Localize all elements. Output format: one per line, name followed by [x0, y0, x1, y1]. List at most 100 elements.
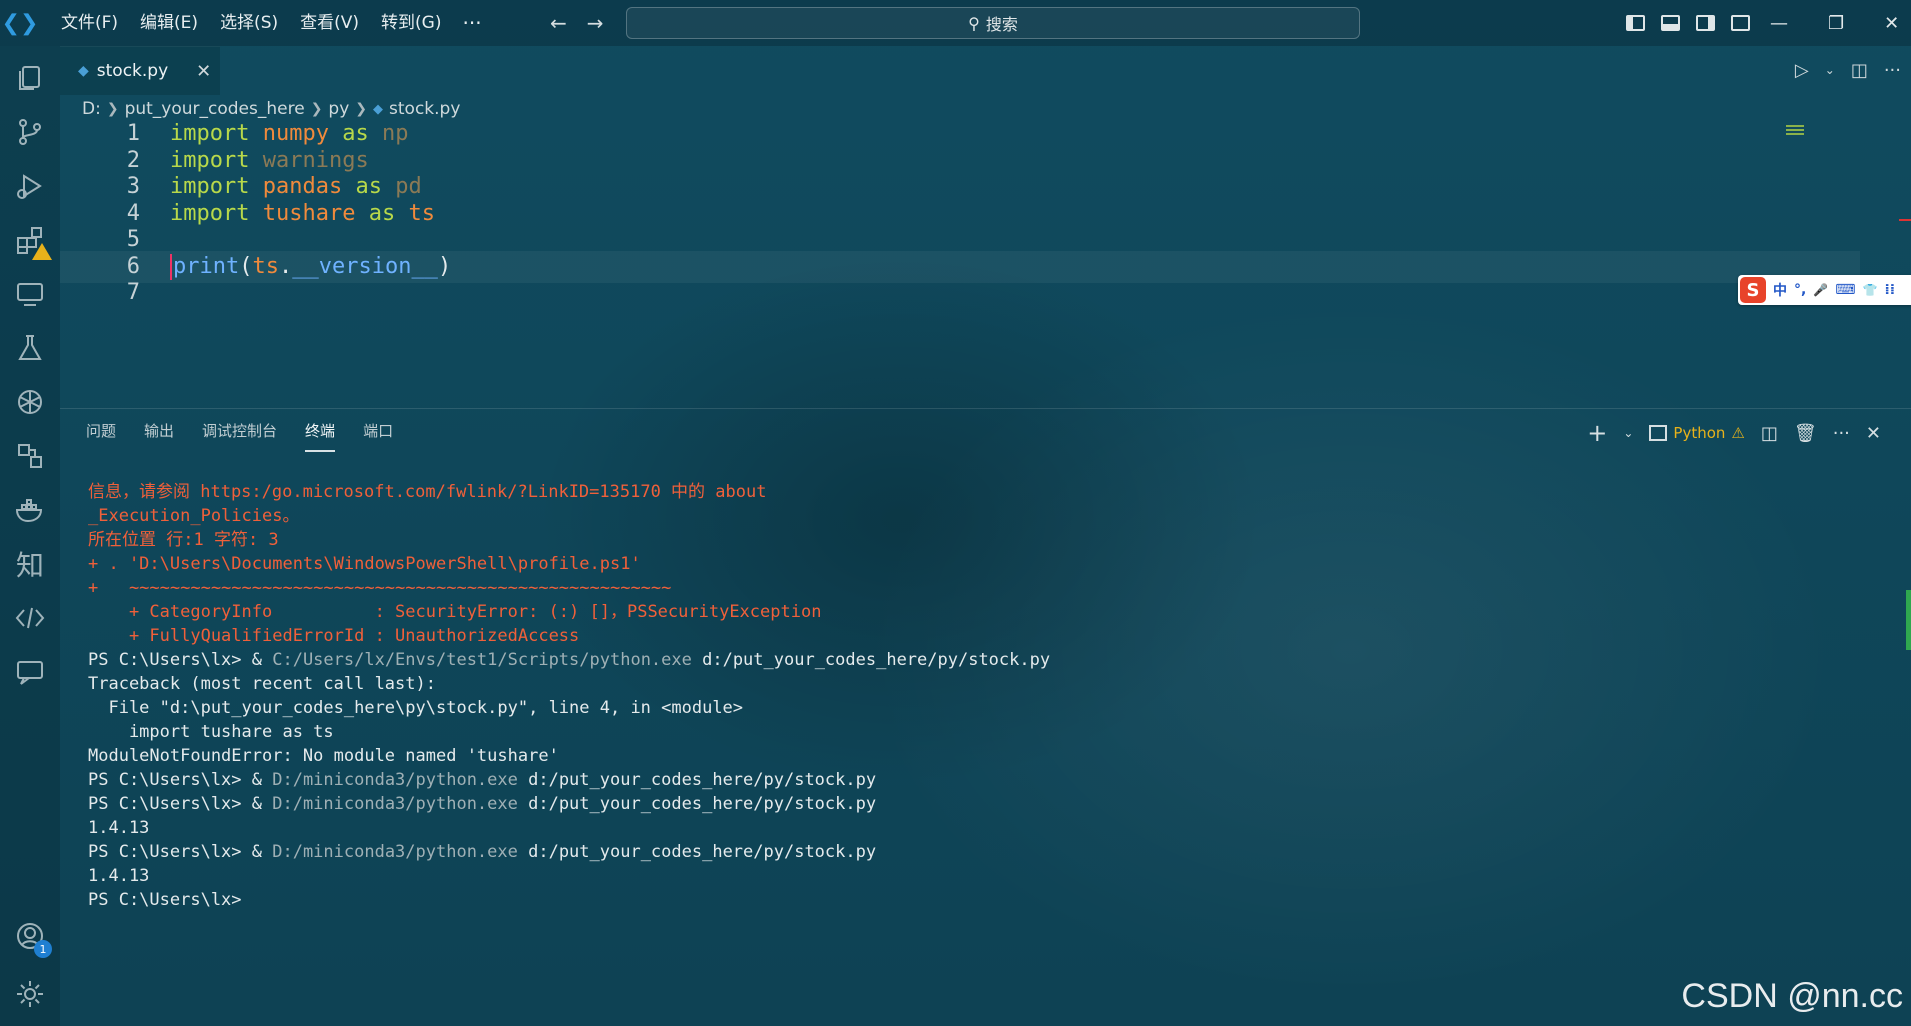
tab-terminal[interactable]: 终端	[305, 420, 336, 452]
code-editor[interactable]: 1 import numpy as np 2 import warnings 3 impo…	[60, 121, 1900, 352]
toggle-secondary-sidebar-icon[interactable]	[1696, 15, 1715, 31]
command-center-search[interactable]: ⚲ 搜索	[626, 7, 1360, 39]
warning-badge-icon	[32, 243, 52, 260]
kill-terminal-trash-icon[interactable]: 🗑	[1794, 423, 1817, 444]
extensions-icon[interactable]	[12, 222, 52, 260]
script-path: d:/put_your_codes_here/py/stock.py	[517, 770, 877, 790]
terminal-line: PS C:\Users\lx> & C:/Users/lx/Envs/test1…	[88, 648, 1868, 672]
python-file-icon: ◆	[78, 63, 89, 79]
code-token: ts	[252, 253, 279, 279]
warning-icon: ⚠	[1731, 424, 1745, 442]
skin-icon[interactable]: 👕	[1863, 283, 1878, 297]
ime-mode[interactable]: 中	[1773, 280, 1787, 300]
breadcrumb-folder[interactable]: put_your_codes_here	[125, 99, 305, 119]
code-token: as	[355, 174, 382, 199]
tab-output[interactable]: 输出	[144, 420, 174, 452]
text-cursor	[170, 253, 172, 280]
close-tab-icon[interactable]: ✕	[196, 61, 211, 82]
code-runner-icon[interactable]	[12, 600, 48, 636]
editor-actions: ▷ ⌄ ◫ ···	[1795, 46, 1901, 94]
terminal-output[interactable]: 信息，请参阅 https:/go.microsoft.com/fwlink/?L…	[88, 480, 1868, 912]
settings-gear-icon[interactable]	[12, 976, 48, 1012]
run-debug-icon[interactable]	[12, 168, 48, 204]
panel-tabs: 问题 输出 调试控制台 终端 端口	[86, 420, 393, 452]
menu-selection[interactable]: 选择(S)	[209, 0, 289, 46]
zhihu-icon[interactable]: 知	[12, 546, 48, 582]
code-token: __version__	[292, 253, 438, 279]
terminal-line: Traceback (most recent call last):	[88, 674, 436, 694]
menu-file[interactable]: 文件(F)	[50, 0, 129, 46]
toggle-primary-sidebar-icon[interactable]	[1626, 15, 1645, 31]
containers-icon[interactable]	[12, 438, 48, 474]
code-token: as	[342, 121, 369, 146]
ime-toolbar[interactable]: S 中 °, 🎤 ⌨ 👕 ⁞⁞	[1738, 275, 1911, 305]
terminal-line: PS C:\Users\lx> & D:/miniconda3/python.e…	[88, 840, 1868, 864]
menu-go[interactable]: 转到(G)	[370, 0, 452, 46]
back-arrow-icon[interactable]: ←	[550, 11, 567, 35]
close-panel-icon[interactable]: ✕	[1866, 423, 1881, 444]
keyboard-icon[interactable]: ⌨	[1835, 282, 1855, 298]
more-actions-icon[interactable]: ···	[1884, 60, 1901, 81]
more-menu-icon[interactable]: ···	[452, 11, 491, 35]
microphone-icon[interactable]: 🎤	[1813, 283, 1828, 297]
code-token: import	[170, 200, 250, 226]
vscode-logo-icon: ❮❯	[1, 10, 39, 36]
tab-debug-console[interactable]: 调试控制台	[202, 420, 277, 452]
terminal-line: PS C:\Users\lx> & D:/miniconda3/python.e…	[88, 768, 1868, 792]
code-line[interactable]: 7	[60, 277, 1860, 309]
accounts-icon[interactable]: 1	[12, 918, 52, 958]
search-icon: ⚲	[968, 13, 980, 33]
terminal-line: _Execution_Policies。	[88, 506, 300, 526]
chevron-right-icon: ❯	[355, 101, 368, 117]
toggle-panel-icon[interactable]	[1661, 15, 1680, 31]
overview-ruler-marker	[1899, 219, 1911, 221]
menu-edit[interactable]: 编辑(E)	[129, 0, 209, 46]
customize-layout-icon[interactable]	[1731, 15, 1750, 31]
restore-icon[interactable]: ❐	[1828, 13, 1844, 34]
prompt-text: PS C:\Users\lx> &	[88, 842, 273, 862]
ime-menu-icon[interactable]: ⁞⁞	[1884, 282, 1895, 298]
tab-stock-py[interactable]: ◆ stock.py ✕	[60, 46, 220, 95]
terminal-profile[interactable]: Python ⚠	[1649, 424, 1745, 442]
sogou-logo-icon: S	[1740, 277, 1766, 303]
run-dropdown-chevron-icon[interactable]: ⌄	[1825, 63, 1835, 77]
split-terminal-icon[interactable]: ◫	[1761, 423, 1778, 444]
minimize-icon[interactable]: —	[1770, 13, 1788, 34]
breadcrumb-drive[interactable]: D:	[82, 99, 101, 119]
tab-ports[interactable]: 端口	[363, 420, 393, 452]
terminal-line: 1.4.13	[88, 866, 150, 886]
menu-bar: 文件(F) 编辑(E) 选择(S) 查看(V) 转到(G) ···	[50, 0, 492, 46]
breadcrumb-subfolder[interactable]: py	[328, 99, 349, 119]
run-file-icon[interactable]: ▷	[1795, 60, 1809, 81]
terminal-icon	[1649, 425, 1668, 441]
remote-explorer-icon[interactable]	[12, 276, 48, 312]
breadcrumb-file[interactable]: stock.py	[389, 99, 460, 119]
tab-problems[interactable]: 问题	[86, 420, 116, 452]
accounts-badge: 1	[34, 940, 52, 958]
new-terminal-icon[interactable]: +	[1587, 419, 1607, 447]
explorer-icon[interactable]	[12, 60, 48, 96]
panel-divider[interactable]	[60, 408, 1911, 409]
panel-actions: + ⌄ Python ⚠ ◫ 🗑 ··· ✕	[1587, 416, 1881, 450]
close-window-icon[interactable]: ✕	[1884, 13, 1899, 34]
terminal-line: + ~~~~~~~~~~~~~~~~~~~~~~~~~~~~~~~~~~~~~~…	[88, 578, 672, 598]
ime-punctuation[interactable]: °,	[1794, 282, 1806, 298]
forward-arrow-icon[interactable]: →	[587, 11, 604, 35]
split-editor-icon[interactable]: ◫	[1851, 60, 1868, 81]
chatgpt-icon[interactable]	[12, 384, 48, 420]
testing-flask-icon[interactable]	[12, 330, 48, 366]
chat-remote-icon[interactable]	[12, 654, 48, 690]
layout-controls	[1626, 0, 1750, 46]
code-token: warnings	[262, 147, 369, 173]
menu-view[interactable]: 查看(V)	[289, 0, 370, 46]
minimap[interactable]	[1786, 125, 1806, 137]
more-panel-actions-icon[interactable]: ···	[1833, 423, 1850, 444]
terminal-dropdown-chevron-icon[interactable]: ⌄	[1623, 426, 1633, 440]
terminal-scrollbar-thumb[interactable]	[1906, 590, 1911, 650]
docker-whale-icon[interactable]	[12, 492, 48, 528]
source-control-icon[interactable]	[12, 114, 48, 150]
